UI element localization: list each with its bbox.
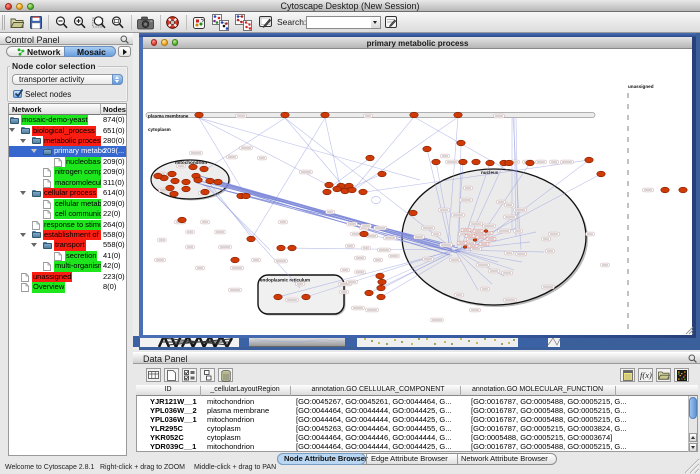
svg-text:cytoplasm: cytoplasm (148, 127, 171, 132)
svg-text:plasma membrane: plasma membrane (148, 114, 189, 119)
svg-text:endoplasmic reticulum: endoplasmic reticulum (260, 278, 310, 283)
svg-text:unassigned: unassigned (628, 84, 654, 89)
